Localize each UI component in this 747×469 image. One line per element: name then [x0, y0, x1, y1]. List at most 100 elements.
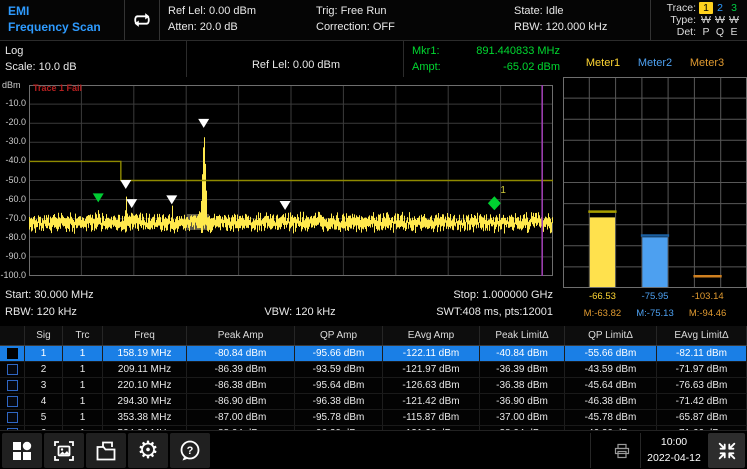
row-checkbox[interactable] [7, 396, 18, 407]
collapse-fullscreen-button[interactable] [708, 433, 745, 468]
meter3-tab[interactable]: Meter3 [677, 57, 737, 69]
y-axis-tick: -10.0 [0, 98, 26, 108]
table-cell: -121.97 dBm [383, 362, 480, 377]
help-button[interactable]: ? [170, 433, 210, 468]
det-row-label: Det: [677, 26, 696, 38]
continuous-sweep-button[interactable] [125, 0, 160, 40]
table-row[interactable]: 41294.30 MHz-86.90 dBm-96.38 dBm-121.42 … [0, 394, 747, 410]
table-cell: -95.66 dBm [295, 346, 383, 361]
row-checkbox[interactable] [7, 364, 18, 375]
signal-table: SigTrcFreqPeak AmpQP AmpEAvg AmpPeak Lim… [0, 326, 747, 430]
meter-tabs: Meter1 Meter2 Meter3 [563, 57, 747, 75]
continuous-sweep-icon [130, 9, 154, 31]
trace-1-selector[interactable]: 1 [699, 2, 713, 14]
y-axis-tick: -100.0 [0, 270, 26, 280]
table-row[interactable]: 21209.11 MHz-86.39 dBm-93.59 dBm-121.97 … [0, 362, 747, 378]
meter-max-hold-value: M:-94.46 [676, 308, 740, 319]
table-row[interactable]: 31220.10 MHz-86.38 dBm-95.64 dBm-126.63 … [0, 378, 747, 394]
table-cell: -121.42 dBm [383, 394, 480, 409]
y-axis-tick: -40.0 [0, 155, 26, 165]
y-axis-tick: -90.0 [0, 251, 26, 261]
clock-time: 10:00 [642, 434, 706, 450]
app-title-line1: EMI [8, 3, 116, 19]
meter-bar [590, 217, 615, 287]
column-header: EAvg LimitΔ [657, 326, 747, 345]
header-checkbox-column [0, 326, 25, 345]
type-row-label: Type: [670, 14, 696, 26]
table-cell: -71.42 dBm [657, 394, 747, 409]
swt-annotation: SWT:408 ms, pts:12001 [380, 306, 553, 318]
row-checkbox[interactable] [7, 380, 18, 391]
atten-readout: Atten: 20.0 dB [168, 19, 300, 35]
marker-ampt-label: Ampt: [412, 59, 441, 75]
trace-2-selector[interactable]: 2 [713, 2, 727, 14]
spectrum-chart: dBm -10.0-20.0-30.0-40.0-50.0-60.0-70.0-… [0, 78, 558, 290]
table-cell: 4 [25, 394, 63, 409]
marker1-label: 1 [500, 185, 506, 196]
meter2-tab[interactable]: Meter2 [625, 57, 685, 69]
correction-readout: Correction: OFF [316, 19, 498, 35]
trig-correction-block: Trig: Free Run Correction: OFF [308, 0, 506, 40]
screenshot-icon [52, 439, 76, 463]
signal-table-header: SigTrcFreqPeak AmpQP AmpEAvg AmpPeak Lim… [0, 326, 747, 346]
trace-2-type[interactable]: W [713, 14, 727, 26]
settings-button[interactable]: ⚙ [128, 433, 168, 468]
table-cell: -82.11 dBm [657, 346, 747, 361]
table-cell: 3 [25, 378, 63, 393]
table-cell: -126.63 dBm [383, 378, 480, 393]
divider [640, 433, 641, 468]
ref-level-readout: Ref Lel: 0.00 dBm [168, 3, 300, 19]
table-cell: -87.00 dBm [187, 410, 295, 425]
table-cell: 1 [63, 362, 103, 377]
meter1-tab[interactable]: Meter1 [573, 57, 633, 69]
file-manager-button[interactable] [86, 433, 126, 468]
trace-1-detector[interactable]: P [699, 26, 713, 38]
vbw-annotation: VBW: 120 kHz [200, 306, 400, 318]
trace-3-type[interactable]: W [727, 14, 741, 26]
rbw-annotation: RBW: 120 kHz [5, 306, 77, 318]
svg-text:?: ? [187, 445, 194, 457]
row-checkbox[interactable] [7, 348, 18, 359]
meter-bar-panel [563, 77, 747, 288]
trace-3-selector[interactable]: 3 [727, 2, 741, 14]
y-axis-tick: -80.0 [0, 232, 26, 242]
column-header: Trc [63, 326, 103, 345]
app-title-line2: Frequency Scan [8, 19, 116, 35]
table-cell: -96.38 dBm [295, 394, 383, 409]
stop-frequency: Stop: 1.000000 GHz [380, 289, 553, 301]
table-cell: -80.84 dBm [187, 346, 295, 361]
signal-marker-triangle [280, 201, 291, 210]
y-axis-tick: -70.0 [0, 213, 26, 223]
y-axis-tick: -30.0 [0, 136, 26, 146]
table-cell: -95.64 dBm [295, 378, 383, 393]
screenshot-button[interactable] [44, 433, 84, 468]
table-cell: -65.87 dBm [657, 410, 747, 425]
start-frequency: Start: 30.000 MHz [5, 289, 94, 301]
table-cell: 1 [63, 378, 103, 393]
y-axis-unit: dBm [2, 80, 21, 90]
table-cell: 220.10 MHz [103, 378, 187, 393]
table-cell: -71.97 dBm [657, 362, 747, 377]
marker-ampt-value: -65.02 dBm [503, 59, 560, 75]
column-header: Sig [25, 326, 63, 345]
table-row[interactable]: 51353.38 MHz-87.00 dBm-95.78 dBm-115.87 … [0, 410, 747, 426]
marker-name: Mkr1: [412, 43, 440, 59]
table-cell: -46.38 dBm [565, 394, 657, 409]
file-folder-icon [94, 439, 118, 463]
table-cell: -36.39 dBm [480, 362, 565, 377]
trace-3-detector[interactable]: E [727, 26, 741, 38]
trace-2-detector[interactable]: Q [713, 26, 727, 38]
table-cell: -93.59 dBm [295, 362, 383, 377]
trace-fail-annotation: Trace 1 Fail [33, 83, 82, 93]
clock-display[interactable]: 10:00 2022-04-12 [642, 434, 706, 466]
marker-readout: Mkr1: 891.440833 MHz Ampt: -65.02 dBm [412, 43, 560, 75]
trace-1-type[interactable]: W [699, 14, 713, 26]
table-cell: -37.00 dBm [480, 410, 565, 425]
divider [186, 41, 187, 77]
row-checkbox[interactable] [7, 412, 18, 423]
trace-row-label: Trace: [667, 2, 696, 14]
marker-frequency: 891.440833 MHz [476, 43, 560, 59]
menu-blocks-button[interactable] [2, 433, 42, 468]
rbw-readout: RBW: 120.000 kHz [514, 19, 642, 35]
table-row[interactable]: 11158.19 MHz-80.84 dBm-95.66 dBm-122.11 … [0, 346, 747, 362]
